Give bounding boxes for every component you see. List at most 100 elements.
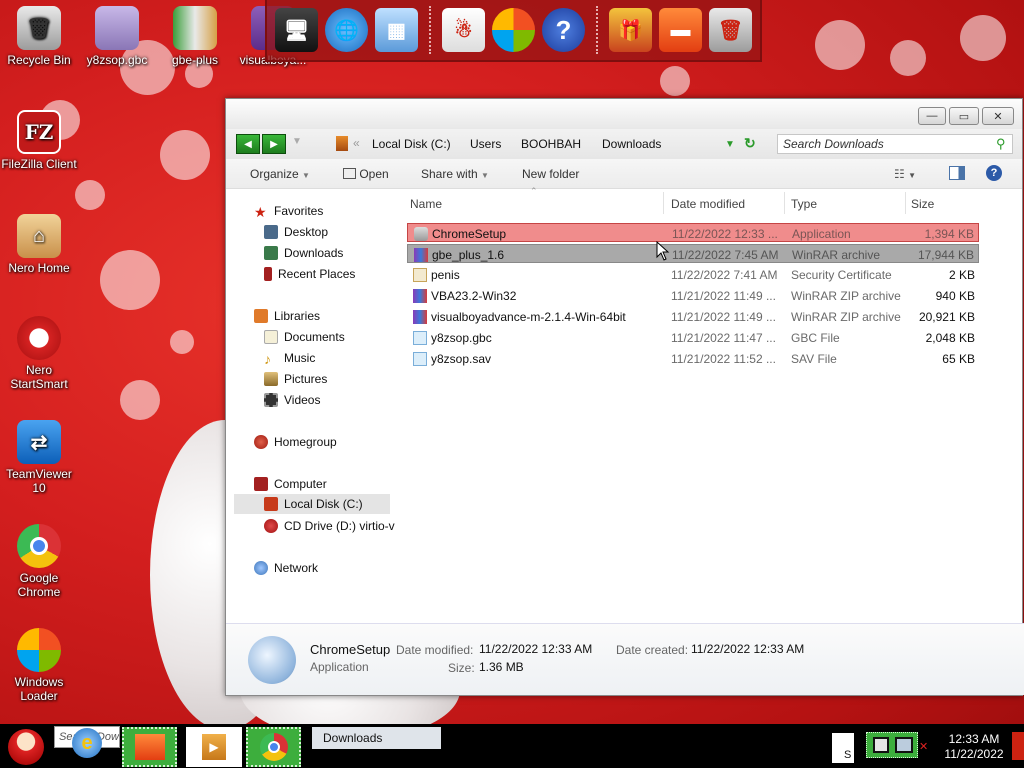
file-type: WinRAR ZIP archive	[791, 289, 901, 303]
file-row-gbe-plus[interactable]: gbe_plus_1.6 11/22/2022 7:45 AM WinRAR a…	[407, 244, 979, 263]
desktop-icon-teamviewer[interactable]: ⇄ TeamViewer 10	[0, 420, 78, 495]
refresh-icon[interactable]: ↻	[744, 135, 756, 152]
nav-downloads[interactable]: Downloads	[264, 246, 343, 260]
action-center-icon[interactable]	[873, 737, 889, 753]
preview-pane-icon[interactable]	[949, 166, 965, 180]
back-button[interactable]: ◀	[236, 134, 260, 154]
globe-icon[interactable]: 🌐	[325, 8, 368, 52]
breadcrumb-downloads[interactable]: Downloads	[602, 137, 661, 151]
file-icon	[413, 352, 427, 366]
drive-icon	[264, 497, 278, 511]
recent-pages-icon[interactable]: ▼	[292, 136, 302, 147]
windows-icon[interactable]	[492, 8, 535, 52]
desktop-icon-nero-startsmart[interactable]: Nero StartSmart	[0, 316, 78, 391]
start-button[interactable]	[0, 727, 52, 767]
nav-cd-drive[interactable]: CD Drive (D:) virtio-v	[264, 519, 395, 533]
column-divider[interactable]	[784, 192, 785, 214]
nav-recent-places[interactable]: Recent Places	[264, 267, 355, 281]
share-with-button[interactable]: Share with ▼	[421, 167, 489, 181]
nav-libraries[interactable]: Libraries	[254, 309, 320, 323]
nav-documents[interactable]: Documents	[264, 330, 345, 344]
folder-icon[interactable]: ▬	[659, 8, 702, 52]
organize-button[interactable]: Organize ▼	[250, 167, 310, 181]
breadcrumb-users[interactable]: Users	[470, 137, 501, 151]
desktop-icon-filezilla[interactable]: FZ FileZilla Client	[0, 110, 78, 171]
column-header-date-modified[interactable]: Date modified	[671, 197, 745, 211]
nav-desktop[interactable]: Desktop	[264, 225, 328, 239]
file-row-visualboyadvance[interactable]: visualboyadvance-m-2.1.4-Win-64bit 11/21…	[407, 307, 979, 326]
new-folder-button[interactable]: New folder	[522, 167, 579, 181]
maximize-button[interactable]: ▭	[949, 107, 979, 125]
nav-videos[interactable]: Videos	[264, 393, 320, 407]
nav-computer[interactable]: Computer	[254, 477, 327, 491]
nav-pictures[interactable]: Pictures	[264, 372, 327, 386]
search-icon[interactable]: ⚲	[996, 136, 1006, 152]
nav-homegroup[interactable]: Homegroup	[254, 435, 337, 449]
desktop-icon-windows-loader[interactable]: Windows Loader	[0, 628, 78, 703]
file-size: 20,921 KB	[918, 310, 975, 324]
view-options-icon[interactable]: ☷ ▼	[894, 167, 916, 181]
column-header-size[interactable]: Size	[911, 197, 934, 211]
file-type: WinRAR ZIP archive	[791, 310, 901, 324]
nav-cd-drive-label: CD Drive (D:) virtio-v	[284, 519, 395, 533]
volume-muted-icon[interactable]: ✕	[919, 740, 928, 753]
desktop-icon-recycle-bin[interactable]: 🗑 Recycle Bin	[0, 6, 78, 67]
command-toolbar: Organize ▼ Open Share with ▼ New folder …	[226, 159, 1022, 189]
forward-button[interactable]: ▶	[262, 134, 286, 154]
gift-icon[interactable]: 🎁	[609, 8, 652, 52]
clock[interactable]: 12:33 AM 11/22/2022	[936, 732, 1012, 762]
file-row-penis[interactable]: penis 11/22/2022 7:41 AM Security Certif…	[407, 265, 979, 284]
file-row-chromesetup[interactable]: ChromeSetup 11/22/2022 12:33 ... Applica…	[407, 223, 979, 242]
breadcrumb-boohbah[interactable]: BOOHBAH	[521, 137, 581, 151]
file-row-vba23[interactable]: VBA23.2-Win32 11/21/2022 11:49 ... WinRA…	[407, 286, 979, 305]
file-row-y8zsop-sav[interactable]: y8zsop.sav 11/21/2022 11:52 ... SAV File…	[407, 349, 979, 368]
desktop-icon-nero-home[interactable]: ⌂ Nero Home	[0, 214, 78, 275]
column-header-name[interactable]: Name	[410, 197, 442, 211]
show-desktop-button[interactable]	[1012, 732, 1024, 760]
taskbar-chrome-button[interactable]	[246, 727, 301, 767]
breadcrumb-overflow-icon[interactable]: «	[353, 136, 360, 150]
file-row-y8zsop-gbc[interactable]: y8zsop.gbc 11/21/2022 11:47 ... GBC File…	[407, 328, 979, 347]
taskbar-media-button[interactable]: ▶	[186, 727, 242, 767]
taskbar-window-downloads[interactable]: Downloads	[312, 727, 441, 749]
taskbar: Search Down e ▶ Downloads S ✕ 12:33 AM 1…	[0, 724, 1024, 768]
folder-icon	[336, 136, 348, 151]
help-icon[interactable]: ?	[542, 8, 585, 52]
minimize-button[interactable]: —	[918, 107, 946, 125]
control-panel-icon[interactable]: ▦	[375, 8, 418, 52]
polka-dot	[660, 66, 690, 96]
computer-santa-icon[interactable]: 🖥	[275, 8, 318, 52]
taskbar-folder-button[interactable]	[122, 727, 177, 767]
nav-favorites[interactable]: ★ Favorites	[254, 204, 323, 220]
file-size: 2,048 KB	[925, 331, 975, 345]
nav-local-disk-label: Local Disk (C:)	[284, 497, 363, 511]
recycle-bin-icon[interactable]: 🗑	[709, 8, 752, 52]
nav-network[interactable]: Network	[254, 561, 318, 575]
address-dropdown-icon[interactable]: ▼	[725, 139, 735, 150]
chevron-down-icon: ▼	[908, 171, 917, 180]
desktop-icon-gbe-plus[interactable]: gbe-plus	[156, 6, 234, 67]
nav-local-disk[interactable]: Local Disk (C:)	[234, 494, 390, 514]
internet-explorer-icon[interactable]: e	[72, 728, 102, 758]
application-large-icon	[248, 636, 296, 684]
file-type: Security Certificate	[791, 268, 892, 282]
close-button[interactable]: ✕	[982, 107, 1014, 125]
column-divider[interactable]	[905, 192, 906, 214]
window-titlebar[interactable]: — ▭ ✕	[226, 99, 1022, 129]
column-header-type[interactable]: Type	[791, 197, 817, 211]
tray-keyboard-indicator[interactable]: S	[832, 733, 854, 763]
address-bar: ◀ ▶ ▼ « Local Disk (C:) Users BOOHBAH Do…	[226, 129, 1022, 159]
network-tray-icon[interactable]	[895, 737, 913, 753]
desktop-icon-y8zsop[interactable]: y8zsop.gbc	[78, 6, 156, 67]
help-icon[interactable]: ?	[986, 165, 1002, 181]
search-input[interactable]: Search Downloads	[777, 134, 1013, 154]
desktop-icon-chrome[interactable]: Google Chrome	[0, 524, 78, 599]
recycle-bin-icon: 🗑	[17, 6, 61, 50]
open-button[interactable]: Open	[343, 167, 389, 181]
nav-music[interactable]: ♪ Music	[264, 351, 315, 367]
nav-homegroup-label: Homegroup	[274, 435, 337, 449]
polka-dot	[170, 330, 194, 354]
breadcrumb-local-disk[interactable]: Local Disk (C:)	[372, 137, 451, 151]
snowman-icon[interactable]: ☃	[442, 8, 485, 52]
column-divider[interactable]	[663, 192, 664, 214]
